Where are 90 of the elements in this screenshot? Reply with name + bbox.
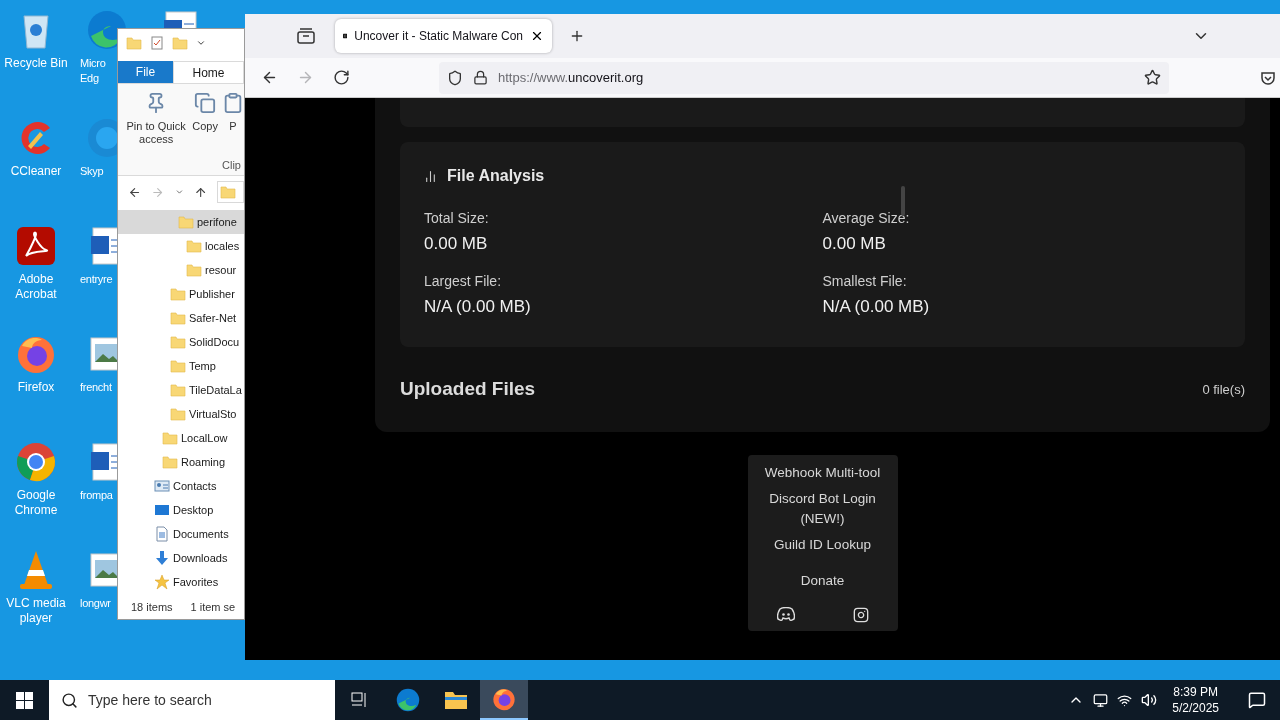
ribbon-button[interactable]: P [222,92,244,157]
tree-item[interactable]: LocalLow [118,426,244,450]
folder-icon [170,286,186,302]
ribbon-tab[interactable]: Home [173,61,244,83]
tree-item[interactable]: locales [118,234,244,258]
tree-item[interactable]: resour [118,258,244,282]
folder-icon [219,184,236,200]
search-icon [61,691,78,709]
folder-icon [178,214,194,230]
bar-chart-icon [424,169,437,183]
folder-icon [172,35,188,51]
contacts-icon [154,478,170,494]
documents-icon [154,526,170,542]
stat-label: Smallest File: [822,271,908,291]
footer-link[interactable]: Discord Bot Login (NEW!) [747,488,898,529]
tab-tray-icon[interactable] [297,28,315,44]
edge-icon [395,687,421,713]
folder-icon [162,430,178,446]
firefox-icon [491,686,517,712]
folder-icon [170,382,186,398]
stat-value: N/A (0.00 MB) [822,295,931,318]
clock[interactable]: 8:39 PM 5/2/2025 [1166,684,1225,716]
tree-item[interactable]: Documents [118,522,244,546]
tree-item[interactable]: Publisher [118,282,244,306]
footer-link[interactable]: Donate [794,570,851,591]
folder-icon [186,238,202,254]
acrobat-icon [14,224,58,268]
discord-icon[interactable] [776,606,795,621]
search-field[interactable]: Type here to search [49,680,335,720]
tree-item[interactable]: Contacts [118,474,244,498]
stat-value: N/A (0.00 MB) [424,295,532,318]
tree-item[interactable]: Favorites [118,570,244,594]
tree-item[interactable]: Temp [118,354,244,378]
properties-icon[interactable] [150,36,164,50]
status-text: 1 item se [190,599,236,615]
new-tab-icon[interactable] [569,28,585,44]
notifications-icon[interactable] [1248,691,1266,709]
desktop-icon [154,502,170,518]
folder-icon [186,262,202,278]
down-arrow-icon [154,550,170,566]
paste-icon [222,92,244,114]
taskbar-app[interactable] [480,680,528,720]
folder-icon [170,358,186,374]
chrome-icon [14,440,58,484]
monitor-icon[interactable] [1093,692,1109,708]
stat-label: Total Size: [424,209,490,228]
network-icon[interactable] [1117,692,1133,708]
footer-link[interactable]: Guild ID Lookup [768,534,877,555]
card-title: File Analysis [447,166,545,186]
folder-icon [444,689,468,711]
tree-item[interactable]: Downloads [118,546,244,570]
url-field[interactable]: https://www.uncoverit.org [439,61,1169,94]
star-icon [154,574,170,590]
footer-link[interactable]: Webhook Multi-tool [758,462,887,483]
ribbon-button[interactable]: Pin to Quick access [124,92,189,157]
customize-caret-icon[interactable] [196,38,206,48]
section-title: Uploaded Files [400,377,536,401]
tree-item[interactable]: TileDataLa [118,378,244,402]
status-text: 18 items [131,599,173,615]
ribbon-group-label: Clip [221,157,242,173]
tree-item[interactable]: Safer-Net [118,306,244,330]
file-menu[interactable]: File [118,61,173,83]
stat-label: Average Size: [822,209,911,228]
tree-item[interactable]: Roaming [118,450,244,474]
instagram-icon[interactable] [852,606,869,623]
folder-icon [170,334,186,350]
browser-tab[interactable]: Uncover it - Static Malware Con [335,19,552,53]
folder-icon [162,454,178,470]
tree-item[interactable]: VirtualSto [118,402,244,426]
stat-label: Largest File: [424,271,503,291]
bookmark-star-icon[interactable] [1144,69,1161,86]
tree-item[interactable]: Desktop [118,498,244,522]
folder-icon [170,406,186,422]
reload-icon[interactable] [332,69,350,86]
copy-icon [194,92,217,114]
ribbon-button[interactable]: Copy [192,92,218,157]
volume-icon[interactable] [1141,692,1158,708]
tree-item[interactable]: SolidDocu [118,330,244,354]
folder-icon [126,35,142,51]
close-tab-icon[interactable] [530,29,544,43]
address-field[interactable] [216,181,244,203]
stat-value: 0.00 MB [424,233,489,255]
stat-value: 0.00 MB [822,233,887,255]
pocket-icon[interactable] [1260,69,1276,86]
shield-icon [447,69,463,86]
file-count: 0 file(s) [1202,380,1245,399]
lock-icon [473,70,488,85]
folder-icon [170,310,186,326]
start-icon[interactable] [16,691,33,709]
tree-item[interactable]: perifone [118,210,244,234]
